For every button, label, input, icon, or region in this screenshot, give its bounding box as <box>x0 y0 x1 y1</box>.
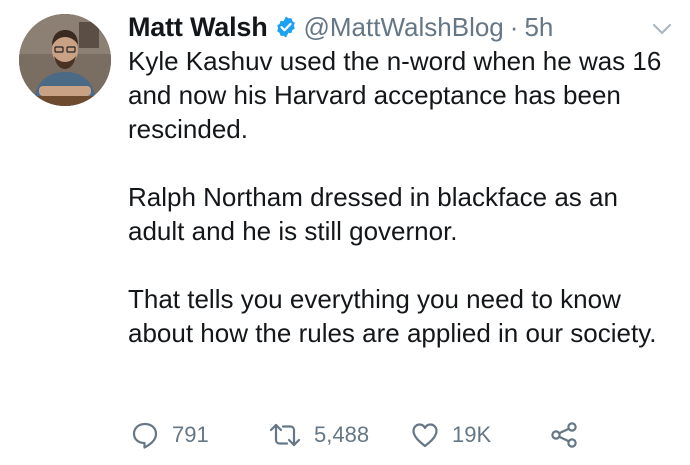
tweet-actions: 791 5,488 19K <box>0 418 690 452</box>
tweet-paragraph: That tells you everything you need to kn… <box>128 284 657 348</box>
like-button[interactable]: 19K <box>410 418 491 452</box>
tweet-timestamp[interactable]: 5h <box>524 12 553 43</box>
share-icon <box>551 422 577 448</box>
author-name[interactable]: Matt Walsh <box>128 12 268 43</box>
tweet-paragraph: Ralph Northam dressed in blackface as an… <box>128 182 618 246</box>
heart-icon <box>412 423 438 448</box>
like-count: 19K <box>452 422 492 447</box>
tweet-paragraph: Kyle Kashuv used the n-word when he was … <box>128 46 662 144</box>
verified-badge-icon <box>274 15 298 39</box>
avatar[interactable] <box>19 14 111 106</box>
meta-separator: · <box>509 11 519 42</box>
avatar-photo <box>19 14 111 106</box>
reply-button[interactable]: 791 <box>130 418 209 452</box>
author-handle[interactable]: @MattWalshBlog <box>304 12 504 43</box>
reply-icon <box>132 422 158 449</box>
retweet-count: 5,488 <box>314 422 370 447</box>
retweet-icon <box>269 423 301 447</box>
retweet-button[interactable]: 5,488 <box>268 418 369 452</box>
reply-count: 791 <box>172 422 209 447</box>
tweet-header: Matt Walsh @MattWalshBlog · 5h <box>128 10 553 44</box>
share-button[interactable] <box>549 418 579 452</box>
tweet-text: Kyle Kashuv used the n-word when he was … <box>128 44 678 350</box>
chevron-down-icon[interactable] <box>650 20 674 38</box>
tweet-card[interactable]: Matt Walsh @MattWalshBlog · 5h Kyle Kash… <box>0 0 690 465</box>
